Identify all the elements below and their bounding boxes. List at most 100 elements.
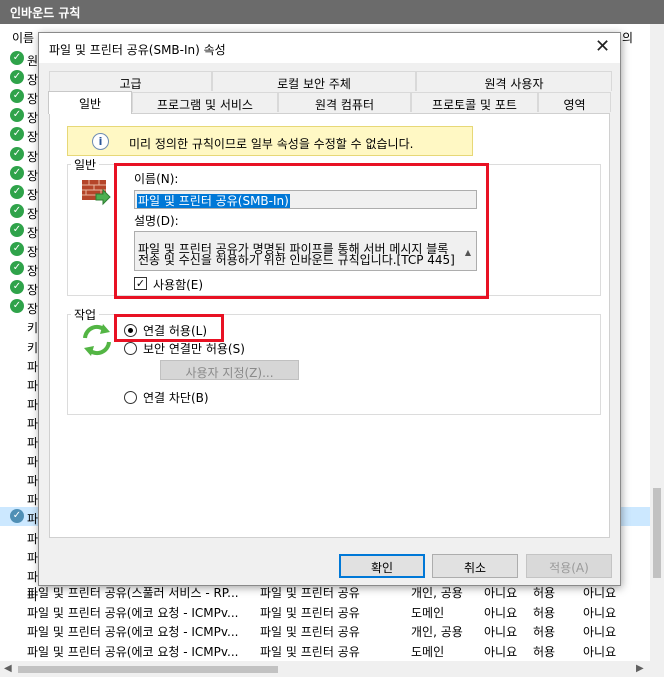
- enabled-check-icon: ✓: [10, 70, 24, 85]
- enabled-check-icon: ✓: [10, 222, 24, 237]
- apply-button[interactable]: 적용(A): [526, 554, 612, 578]
- firewall-icon: [82, 180, 111, 206]
- rule-name: 파: [27, 359, 39, 374]
- tab-general[interactable]: 일반: [48, 91, 132, 114]
- rule-name: 장: [27, 111, 39, 126]
- rule-name: 장: [27, 73, 39, 88]
- properties-dialog: 파일 및 프린터 공유(SMB-In) 속성 ✕ 고급 로컬 보안 주체 원격 …: [38, 32, 621, 586]
- horizontal-scrollbar[interactable]: ◀ ▶: [0, 661, 664, 677]
- tab-remote-users[interactable]: 원격 사용자: [416, 71, 612, 91]
- rule-name: 장: [27, 187, 39, 202]
- rule-name: 파: [27, 416, 39, 431]
- window-title: 인바운드 규칙: [0, 0, 664, 24]
- rule-action: 허용: [533, 586, 556, 600]
- table-row[interactable]: 파일 및 프린터 공유(에코 요청 - ICMPv... 파일 및 프린터 공유 도…: [0, 601, 650, 620]
- rule-enabled: 아니요: [484, 586, 518, 600]
- scroll-thumb[interactable]: [653, 488, 661, 578]
- secure-connection-radio[interactable]: [124, 342, 137, 355]
- block-connection-label[interactable]: 연결 차단(B): [143, 389, 209, 406]
- rule-enabled: 아니요: [484, 644, 518, 659]
- enabled-check-icon: ✓: [10, 261, 24, 276]
- enabled-check-icon: ✓: [10, 280, 24, 295]
- dialog-titlebar: 파일 및 프린터 공유(SMB-In) 속성 ✕: [39, 33, 620, 63]
- rule-group: 파일 및 프린터 공유: [260, 625, 360, 639]
- secure-connection-label[interactable]: 보안 연결만 허용(S): [143, 340, 245, 357]
- vertical-scrollbar[interactable]: [650, 24, 664, 661]
- rule-name: 장: [27, 206, 39, 221]
- rule-name: 파: [27, 493, 39, 508]
- rule-name: 파일 및 프린터 공유(에코 요청 - ICMPv...: [27, 644, 239, 659]
- rule-name: 장: [27, 92, 39, 107]
- rule-name: 파: [27, 550, 39, 565]
- highlight-box-general: [114, 163, 489, 299]
- tab-protocols-ports[interactable]: 프로토콜 및 포트: [411, 92, 538, 112]
- rule-name: 장: [27, 264, 39, 279]
- rule-name: 파: [27, 474, 39, 489]
- rule-name: 장: [27, 225, 39, 240]
- rule-name: 파: [27, 455, 39, 470]
- rule-name: 원: [27, 54, 39, 68]
- rule-enabled: 아니요: [484, 605, 518, 620]
- info-text: 미리 정의한 규칙이므로 일부 속성을 수정할 수 없습니다.: [129, 137, 414, 151]
- rule-enabled: 아니요: [484, 625, 518, 639]
- scroll-right-icon[interactable]: ▶: [636, 663, 644, 674]
- rule-override: 아니요: [583, 605, 617, 620]
- enabled-check-icon: ✓: [10, 165, 24, 180]
- rule-name: 장: [27, 302, 39, 317]
- rule-name: 파일 및 프린터 공유(스풀러 서비스 - RP...: [27, 586, 239, 600]
- tab-scope[interactable]: 영역: [538, 92, 611, 112]
- enabled-check-icon: ✓: [10, 203, 24, 218]
- rule-group: 파일 및 프린터 공유: [260, 605, 360, 620]
- customize-button[interactable]: 사용자 지정(Z)...: [160, 360, 299, 380]
- rule-name: 장: [27, 245, 39, 259]
- enabled-check-icon: ✓: [10, 108, 24, 123]
- block-connection-radio[interactable]: [124, 391, 137, 404]
- table-row[interactable]: 파일 및 프린터 공유(에코 요청 - ICMPv... 파일 및 프린터 공유 도…: [0, 640, 650, 659]
- ok-button[interactable]: 확인: [339, 554, 425, 578]
- rule-override: 아니요: [583, 586, 617, 600]
- enabled-check-icon: ✓: [10, 299, 24, 314]
- action-group-label: 작업: [71, 306, 100, 323]
- info-icon: i: [92, 133, 109, 150]
- rule-profile: 도메인: [411, 605, 445, 620]
- rule-profile: 개인, 공용: [411, 586, 463, 600]
- rule-group: 파일 및 프린터 공유: [260, 586, 360, 600]
- enabled-check-icon: ✓: [10, 242, 24, 256]
- close-icon[interactable]: ✕: [595, 36, 610, 57]
- scroll-left-icon[interactable]: ◀: [4, 663, 12, 674]
- rule-name: 장: [27, 149, 39, 164]
- rule-profile: 도메인: [411, 644, 445, 659]
- rule-name: 파일 및 프린터 공유(에코 요청 - ICMPv...: [27, 605, 239, 620]
- enabled-check-icon: ✓: [10, 509, 24, 524]
- rule-name: 키: [27, 340, 39, 355]
- rule-name: 장: [27, 168, 39, 183]
- cancel-button[interactable]: 취소: [432, 554, 518, 578]
- dialog-title: 파일 및 프린터 공유(SMB-In) 속성: [49, 43, 226, 57]
- highlight-box-allow: [114, 314, 224, 342]
- rule-name: 파: [27, 378, 39, 393]
- scroll-thumb[interactable]: [18, 666, 278, 673]
- tab-programs-services[interactable]: 프로그램 및 서비스: [132, 92, 278, 112]
- rule-name: 파: [27, 436, 39, 450]
- rule-name: 키: [27, 321, 39, 336]
- enabled-check-icon: ✓: [10, 89, 24, 104]
- rule-override: 아니요: [583, 625, 617, 639]
- rule-override: 아니요: [583, 644, 617, 659]
- general-panel: i 미리 정의한 규칙이므로 일부 속성을 수정할 수 없습니다. 일반 이름(…: [49, 113, 610, 538]
- enabled-check-icon: ✓: [10, 146, 24, 161]
- column-header-override[interactable]: 의: [622, 29, 633, 46]
- table-row[interactable]: 파일 및 프린터 공유(에코 요청 - ICMPv... 파일 및 프린터 공유 개…: [0, 620, 650, 639]
- tab-advanced[interactable]: 고급: [49, 71, 212, 91]
- tab-remote-computers[interactable]: 원격 컴퓨터: [278, 92, 411, 112]
- rule-name: 파: [27, 397, 39, 412]
- rule-action: 허용: [533, 625, 556, 639]
- rule-action: 허용: [533, 605, 556, 620]
- column-header-name[interactable]: 이름: [12, 29, 34, 46]
- rule-name: 장: [27, 283, 39, 298]
- enabled-check-icon: ✓: [10, 127, 24, 142]
- rule-group: 파일 및 프린터 공유: [260, 644, 360, 659]
- rule-name: 장: [27, 130, 39, 145]
- tab-local-principals[interactable]: 로컬 보안 주체: [212, 71, 416, 91]
- rule-name: 파: [27, 512, 39, 527]
- rule-name: 파: [27, 531, 39, 546]
